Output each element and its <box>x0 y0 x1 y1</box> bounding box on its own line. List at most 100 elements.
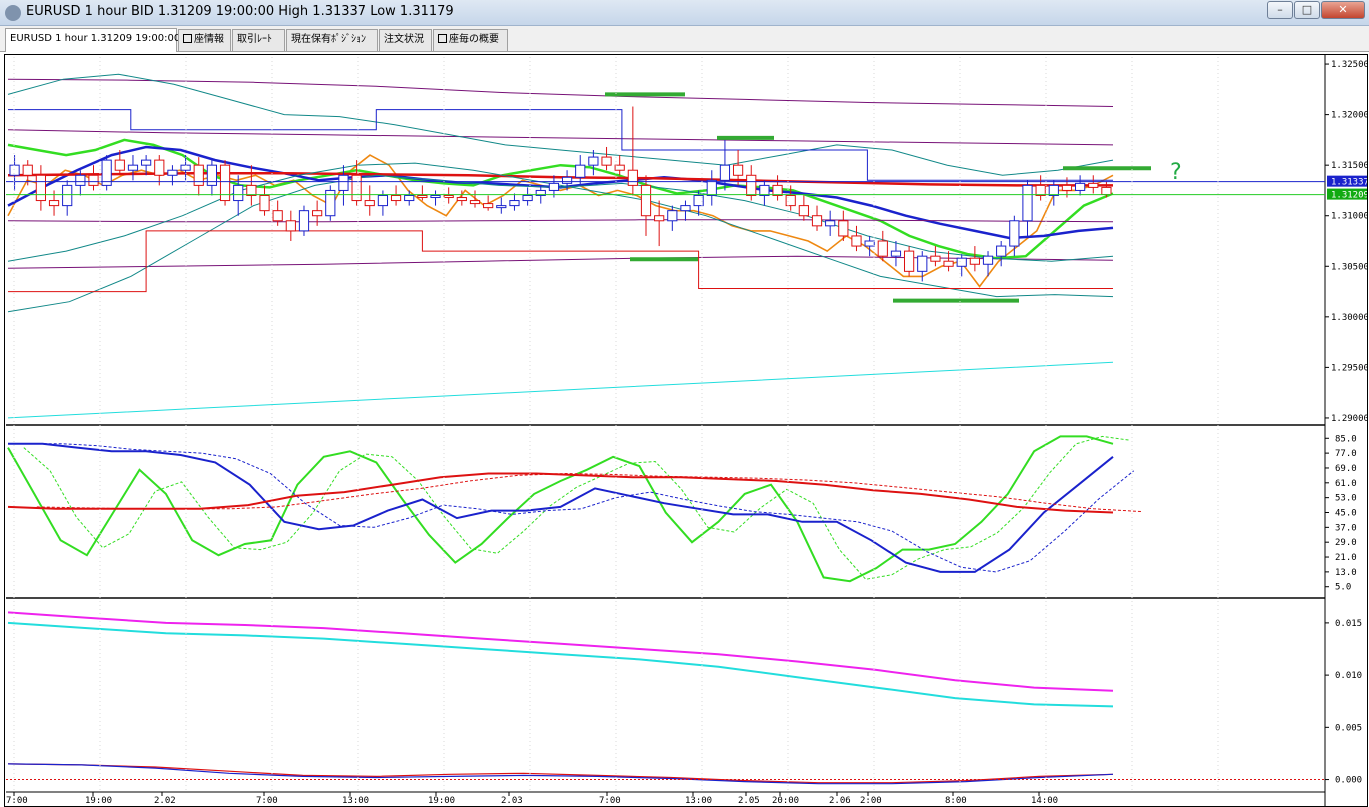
tab-label: 座情報 <box>194 34 224 45</box>
candle-body <box>996 245 1007 257</box>
tab-account-info[interactable]: 座情報 <box>178 29 231 51</box>
magenta-volatility-line <box>7 611 1114 692</box>
time-tick-label: 13:00 <box>342 796 369 806</box>
osc-tick-label: 61.0 <box>1335 479 1357 489</box>
tab-label: 注文状況 <box>384 34 424 45</box>
candle-body <box>522 195 533 202</box>
window-titlebar: EURUSD 1 hour BID 1.31209 19:00:00 High … <box>0 0 1369 26</box>
tab-account-summary[interactable]: 座毎の概要 <box>433 29 508 51</box>
minimize-icon[interactable]: – <box>1267 1 1293 19</box>
candle-body <box>496 205 507 209</box>
candle-body <box>259 195 270 212</box>
chart-area[interactable]: 1.32500 1.32000 1.31500 1.31000 1.30500 1.300… <box>4 54 1368 807</box>
candle-body <box>903 250 915 272</box>
candle-body <box>956 257 967 267</box>
candle-body <box>877 240 888 257</box>
price-badge-label: 1.31337 <box>1331 178 1367 188</box>
time-tick-label: 8:00 <box>945 796 967 806</box>
close-icon[interactable]: ✕ <box>1321 1 1365 19</box>
price-tick-label: 1.30000 <box>1331 313 1367 323</box>
chart-svg[interactable]: 1.32500 1.32000 1.31500 1.31000 1.30500 1.300… <box>5 55 1367 806</box>
cyan-indicator-line <box>7 361 1114 419</box>
time-tick-label: 2.05 <box>738 796 760 806</box>
candle-body <box>390 195 402 202</box>
candle-body <box>377 195 389 207</box>
tab-bar: EURUSD 1 hour 1.31209 19:00:00 座情報 取引ﾚｰﾄ… <box>0 26 1369 52</box>
candle-body <box>127 164 139 171</box>
osc-tick-label: 21.0 <box>1335 553 1357 563</box>
price-pane <box>6 73 1325 419</box>
osc-tick-label: 13.0 <box>1335 568 1357 578</box>
candle-body <box>483 203 494 209</box>
volatility-pane <box>6 611 1325 785</box>
osc-tick-label: 5.0 <box>1335 583 1351 593</box>
time-tick-label: 19:00 <box>428 796 455 806</box>
candle-body <box>364 200 375 207</box>
vol-tick-label: 0.005 <box>1335 723 1362 733</box>
candle-body <box>469 200 481 205</box>
osc-tick-label: 69.0 <box>1335 464 1357 474</box>
candle-body <box>864 240 875 247</box>
cyan-volatility-line <box>7 621 1114 708</box>
oscillator-pane <box>7 435 1142 583</box>
osc-tick-label: 29.0 <box>1335 538 1357 548</box>
time-tick-label: 7:00 <box>599 796 621 806</box>
blue-level-line <box>8 109 1113 181</box>
vol-tick-label: 0.000 <box>1335 776 1362 786</box>
candle-body <box>851 235 862 247</box>
candle-body <box>35 174 46 202</box>
question-annotation: ? <box>1170 160 1182 185</box>
candle-body <box>982 255 994 265</box>
candle-body <box>443 195 454 199</box>
candle-body <box>627 169 638 186</box>
candle-body <box>193 164 204 186</box>
candle-body <box>22 164 33 176</box>
candle-body <box>640 184 652 217</box>
price-tick-label: 1.32000 <box>1331 111 1367 121</box>
tab-label: 取引ﾚｰﾄ <box>237 34 272 45</box>
candle-body <box>654 215 665 222</box>
candle-body <box>588 156 599 166</box>
tab-open-positions[interactable]: 現在保有ﾎﾟｼﾞｼｮﾝ <box>286 29 378 51</box>
time-tick-label: 2.03 <box>501 796 523 806</box>
maximize-icon[interactable]: □ <box>1294 1 1320 19</box>
checkbox-icon <box>183 34 192 43</box>
candle-body <box>206 164 218 186</box>
tab-chart-eurusd[interactable]: EURUSD 1 hour 1.31209 19:00:00 <box>5 28 181 52</box>
price-tick-label: 1.31500 <box>1331 161 1367 171</box>
candle-body <box>943 260 954 267</box>
time-tick-label: 2:00 <box>860 796 882 806</box>
tab-trading-rates[interactable]: 取引ﾚｰﾄ <box>232 29 285 51</box>
candle-body <box>1048 184 1059 196</box>
candle-body <box>48 200 60 207</box>
price-tick-label: 1.31000 <box>1331 212 1367 222</box>
candle-body <box>811 215 823 227</box>
checkbox-icon <box>438 34 447 43</box>
blue-indicator-line <box>7 145 1114 240</box>
teal-indicator-line <box>7 174 1114 313</box>
tab-order-status[interactable]: 注文状況 <box>379 29 432 51</box>
candle-body <box>154 159 165 176</box>
candle-body <box>88 174 99 186</box>
candle-body <box>759 184 770 196</box>
candle-body <box>404 195 415 202</box>
candle-body <box>141 159 152 166</box>
candle-body <box>890 250 902 257</box>
candle-body <box>969 257 980 265</box>
tab-label: 座毎の概要 <box>449 34 499 45</box>
osc-tick-label: 85.0 <box>1335 434 1357 444</box>
candle-body <box>548 182 560 191</box>
candle-body <box>601 156 612 166</box>
osc-tick-label: 53.0 <box>1335 494 1357 504</box>
candle-body <box>1088 182 1099 188</box>
teal-indicator-line <box>7 162 1114 298</box>
candle-body <box>746 174 757 196</box>
tab-label: EURUSD 1 hour 1.31209 19:00:00 <box>10 33 181 44</box>
candle-body <box>219 164 231 202</box>
candle-body <box>9 164 20 176</box>
candle-body <box>509 200 520 207</box>
candle-body <box>732 164 744 176</box>
candle-body <box>772 184 783 196</box>
candle-body <box>917 255 928 272</box>
purple-indicator-line <box>7 78 1114 107</box>
